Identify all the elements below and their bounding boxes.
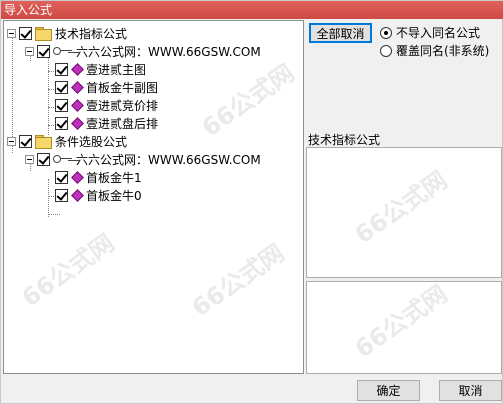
tree-formula-node[interactable]: 首板金牛0 — [43, 186, 142, 204]
checkbox[interactable] — [37, 152, 50, 166]
description-box[interactable]: 66公式网 — [306, 147, 502, 278]
checkbox[interactable] — [37, 44, 50, 58]
collapse-toggle-icon[interactable] — [25, 46, 34, 56]
tree-folder-node[interactable]: 技术指标公式 — [7, 24, 127, 42]
formula-gem-icon — [71, 82, 82, 93]
tree-source-node[interactable]: 六六公式网：WWW.66GSW.COM — [25, 42, 261, 60]
tree-node-label: 首板金牛0 — [86, 188, 142, 203]
checkbox[interactable] — [55, 80, 68, 94]
formula-gem-icon — [71, 64, 82, 75]
tree-node-label: 壹进贰竞价排 — [86, 98, 159, 113]
watermark-logo: 66公式网 — [349, 279, 453, 364]
title-bar: 导入公式 — [1, 1, 503, 19]
tree-node-label: 首板金牛副图 — [86, 80, 159, 95]
formula-gem-icon — [71, 172, 82, 183]
checkbox[interactable] — [19, 134, 32, 148]
key-icon — [53, 46, 73, 56]
tree-node-label: 条件选股公式 — [55, 134, 128, 149]
tree-folder-node[interactable]: 条件选股公式 — [7, 132, 127, 150]
watermark-logo: 66公式网 — [349, 165, 453, 250]
tree-formula-node[interactable]: 壹进贰主图 — [43, 60, 146, 78]
radio-skip-duplicates[interactable]: 不导入同名公式 — [380, 24, 480, 41]
checkbox[interactable] — [19, 26, 32, 40]
tree-formula-node[interactable]: 首板金牛1 — [43, 168, 142, 186]
cancel-button[interactable]: 取消 — [439, 380, 502, 401]
checkbox[interactable] — [55, 62, 68, 76]
tree-node-label: 六六公式网：WWW.66GSW.COM — [76, 44, 261, 59]
tree-formula-node[interactable]: 壹进贰盘后排 — [43, 114, 158, 132]
radio-overwrite-duplicates[interactable]: 覆盖同名(非系统) — [380, 42, 489, 59]
collapse-toggle-icon[interactable] — [7, 136, 16, 146]
collapse-toggle-icon[interactable] — [7, 28, 16, 38]
collapse-toggle-icon[interactable] — [25, 154, 34, 164]
tree-source-node[interactable]: 六六公式网：WWW.66GSW.COM — [25, 150, 261, 168]
tree-node-label: 技术指标公式 — [55, 26, 128, 41]
tree-formula-node[interactable]: 首板金牛副图 — [43, 78, 158, 96]
checkbox[interactable] — [55, 98, 68, 112]
ok-button[interactable]: 确定 — [357, 380, 420, 401]
radio-overwrite-label: 覆盖同名(非系统) — [396, 44, 490, 58]
watermark-logo: 66公式网 — [16, 228, 120, 313]
tree-node-label: 壹进贰盘后排 — [86, 116, 159, 131]
folder-icon — [35, 27, 52, 41]
category-label: 技术指标公式 — [308, 133, 381, 147]
deselect-all-button[interactable]: 全部取消 — [309, 23, 372, 43]
folder-icon — [35, 135, 52, 149]
detail-box[interactable]: 66公式网 — [306, 280, 502, 374]
tree-formula-node[interactable]: 壹进贰竞价排 — [43, 96, 158, 114]
checkbox[interactable] — [55, 188, 68, 202]
import-formula-dialog: 导入公式 66公式网 66公式网 66公式网 技术指标公式六六公式网：WWW.6… — [0, 0, 503, 404]
radio-selected-icon — [380, 26, 392, 39]
radio-skip-label: 不导入同名公式 — [396, 26, 481, 40]
formula-tree[interactable]: 66公式网 66公式网 66公式网 技术指标公式六六公式网：WWW.66GSW.… — [3, 20, 304, 374]
checkbox[interactable] — [55, 170, 68, 184]
checkbox[interactable] — [55, 116, 68, 130]
tree-node-label: 壹进贰主图 — [86, 62, 147, 77]
formula-gem-icon — [71, 190, 82, 201]
formula-gem-icon — [71, 100, 82, 111]
key-icon — [53, 154, 73, 164]
watermark-logo: 66公式网 — [196, 58, 300, 143]
watermark-logo: 66公式网 — [186, 238, 290, 323]
radio-unselected-icon — [380, 44, 392, 57]
tree-node-label: 首板金牛1 — [86, 170, 142, 185]
tree-node-label: 六六公式网：WWW.66GSW.COM — [76, 152, 261, 167]
formula-gem-icon — [71, 118, 82, 129]
